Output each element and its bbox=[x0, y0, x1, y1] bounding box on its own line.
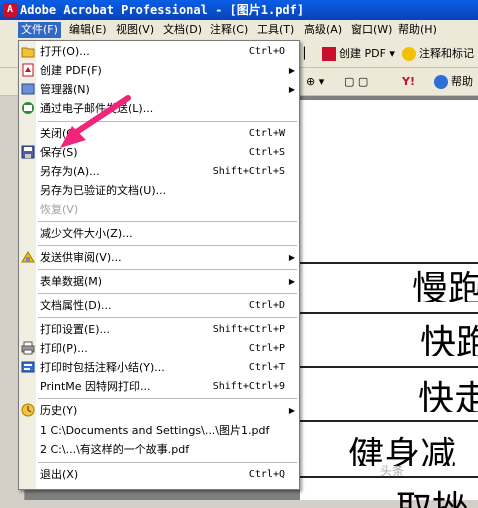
help-label: 帮助 bbox=[451, 75, 473, 88]
menu-item-history[interactable]: 历史(Y) ▶ bbox=[19, 401, 299, 420]
menu-item-form-data[interactable]: 表单数据(M) ▶ bbox=[19, 272, 299, 291]
printer-icon bbox=[21, 341, 35, 355]
toolbar-separator: ▏ bbox=[304, 47, 313, 60]
menu-document[interactable]: 文档(D) bbox=[160, 22, 205, 38]
menu-item-reduce-size[interactable]: 减少文件大小(Z)... bbox=[19, 224, 299, 243]
menu-item-print[interactable]: 打印(P)... Ctrl+P bbox=[19, 339, 299, 358]
zoom-in-button[interactable]: ⊕ ▾ bbox=[302, 71, 328, 92]
menu-edit[interactable]: 编辑(E) bbox=[66, 22, 110, 38]
history-icon bbox=[21, 403, 35, 417]
yahoo-button[interactable]: Y! bbox=[398, 71, 419, 92]
acrobat-icon: A bbox=[3, 3, 17, 17]
menu-file[interactable]: 文件(F) bbox=[18, 22, 61, 38]
submenu-arrow-icon: ▶ bbox=[288, 253, 295, 262]
help-icon bbox=[434, 75, 448, 89]
submenu-arrow-icon: ▶ bbox=[288, 277, 295, 286]
create-pdf-icon bbox=[21, 63, 35, 77]
menu-item-close[interactable]: 关闭(C) Ctrl+W bbox=[19, 124, 299, 143]
yahoo-icon: Y! bbox=[402, 75, 415, 88]
menu-separator bbox=[38, 293, 297, 294]
open-folder-icon bbox=[21, 44, 35, 58]
menu-item-print-with-comments[interactable]: 打印时包括注释小结(Y)... Ctrl+T bbox=[19, 358, 299, 377]
create-pdf-label: 创建 PDF bbox=[339, 47, 386, 60]
menu-separator bbox=[38, 398, 297, 399]
menu-separator bbox=[38, 269, 297, 270]
submenu-arrow-icon: ▶ bbox=[288, 85, 295, 94]
document-line: 慢跑 bbox=[300, 262, 478, 302]
send-review-icon bbox=[21, 250, 35, 264]
organizer-icon bbox=[21, 82, 35, 96]
comment-icon bbox=[402, 47, 416, 61]
help-button[interactable]: 帮助 bbox=[430, 71, 477, 92]
menu-window[interactable]: 窗口(W) bbox=[348, 22, 395, 38]
menu-separator bbox=[38, 221, 297, 222]
menu-advanced[interactable]: 高级(A) bbox=[301, 22, 345, 38]
menu-item-recent-file-2[interactable]: 2 C:\...\有这样的一个故事.pdf bbox=[19, 440, 299, 459]
menu-item-create-pdf[interactable]: 创建 PDF(F) ▶ bbox=[19, 61, 299, 80]
document-line: 取挫 bbox=[300, 476, 478, 508]
file-menu-dropdown: 打开(O)... Ctrl+O 创建 PDF(F) ▶ 管理器(N) ▶ 通过电… bbox=[18, 40, 300, 490]
comment-markup-button[interactable]: 注释和标记 bbox=[398, 43, 478, 64]
menu-bar: 文件(F) 编辑(E) 视图(V) 文档(D) 注释(C) 工具(T) 高级(A… bbox=[0, 20, 478, 41]
create-pdf-icon bbox=[322, 47, 336, 61]
menu-separator bbox=[38, 462, 297, 463]
comment-markup-label: 注释和标记 bbox=[419, 47, 474, 60]
watermark: 头条 bbox=[380, 464, 405, 478]
menu-item-recent-file-1[interactable]: 1 C:\Documents and Settings\...\图片1.pdf bbox=[19, 421, 299, 440]
document-page: 慢跑 快跑 快走 健身减 取挫 bbox=[300, 100, 478, 508]
menu-tools[interactable]: 工具(T) bbox=[254, 22, 297, 38]
title-bar: A Adobe Acrobat Professional - [图片1.pdf] bbox=[0, 0, 478, 20]
menu-item-save-as-certified[interactable]: 另存为已验证的文档(U)... bbox=[19, 181, 299, 200]
menu-item-save-as[interactable]: 另存为(A)... Shift+Ctrl+S bbox=[19, 162, 299, 181]
save-disk-icon bbox=[21, 145, 35, 159]
menu-separator bbox=[38, 121, 297, 122]
menu-comments[interactable]: 注释(C) bbox=[207, 22, 251, 38]
menu-item-exit[interactable]: 退出(X) Ctrl+Q bbox=[19, 465, 299, 484]
menu-separator bbox=[38, 245, 297, 246]
submenu-arrow-icon: ▶ bbox=[288, 66, 295, 75]
menu-item-organizer[interactable]: 管理器(N) ▶ bbox=[19, 80, 299, 99]
print-summary-icon bbox=[21, 360, 35, 374]
menu-item-email[interactable]: 通过电子邮件发送(L)... bbox=[19, 99, 299, 118]
menu-view[interactable]: 视图(V) bbox=[113, 22, 157, 38]
email-icon bbox=[21, 101, 35, 115]
document-line: 健身减 bbox=[300, 420, 478, 466]
menu-separator bbox=[38, 317, 297, 318]
window-title: Adobe Acrobat Professional - [图片1.pdf] bbox=[20, 3, 305, 17]
menu-item-printme[interactable]: PrintMe 因特网打印... Shift+Ctrl+9 bbox=[19, 377, 299, 396]
menu-item-open[interactable]: 打开(O)... Ctrl+O bbox=[19, 42, 299, 61]
submenu-arrow-icon: ▶ bbox=[288, 406, 295, 415]
menu-item-print-setup[interactable]: 打印设置(E)... Shift+Ctrl+P bbox=[19, 320, 299, 339]
document-line: 快走 bbox=[300, 366, 478, 412]
menu-item-document-properties[interactable]: 文档属性(D)... Ctrl+D bbox=[19, 296, 299, 315]
document-line: 快跑 bbox=[300, 312, 478, 356]
menu-item-save[interactable]: 保存(S) Ctrl+S bbox=[19, 143, 299, 162]
page-layout-button[interactable]: ▢ ▢ bbox=[340, 71, 372, 92]
menu-item-send-review[interactable]: 发送供审阅(V)... ▶ bbox=[19, 248, 299, 267]
menu-item-revert: 恢复(V) bbox=[40, 203, 79, 216]
menu-help[interactable]: 帮助(H) bbox=[395, 22, 440, 38]
create-pdf-button[interactable]: 创建 PDF ▾ bbox=[318, 43, 399, 64]
